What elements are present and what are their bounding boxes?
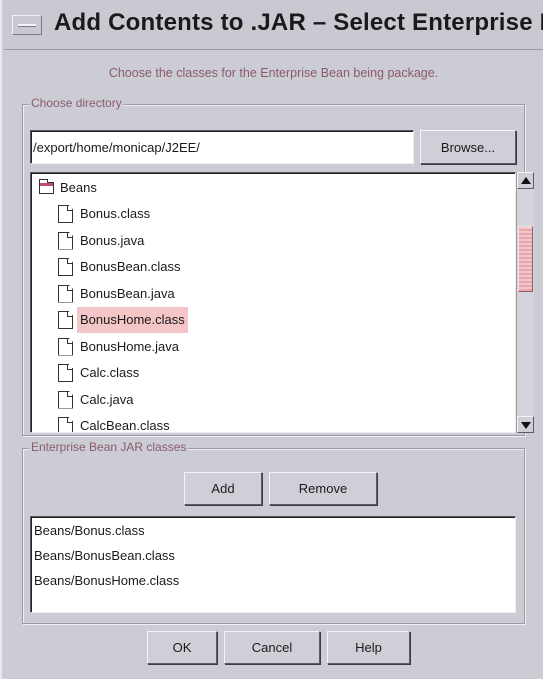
jar-classes-list[interactable]: Beans/Bonus.class Beans/BonusBean.class Be… xyxy=(30,516,516,613)
tree-file-label: Calc.java xyxy=(80,391,134,407)
file-icon xyxy=(58,205,73,223)
tree-file-label: Calc.class xyxy=(80,365,140,380)
scroll-down-button[interactable] xyxy=(517,416,534,433)
jar-class-item[interactable]: Beans/Bonus.class xyxy=(34,519,145,543)
file-icon xyxy=(58,390,73,409)
add-button[interactable]: Add xyxy=(184,472,262,505)
title-bar[interactable]: Add Contents to .JAR – Select Enterprise… xyxy=(4,0,543,50)
jar-classes-legend: Enterprise Bean JAR classes xyxy=(29,440,189,454)
file-icon xyxy=(58,417,73,432)
remove-button[interactable]: Remove xyxy=(269,472,377,505)
cancel-button[interactable]: Cancel xyxy=(224,631,320,664)
file-icon xyxy=(58,311,73,329)
file-icon xyxy=(58,231,73,250)
jar-class-item[interactable]: Beans/BonusHome.class xyxy=(34,569,179,593)
file-tree-scrollbar[interactable] xyxy=(516,172,534,433)
choose-directory-legend: Choose directory xyxy=(29,96,124,110)
arrow-down-icon xyxy=(521,422,531,429)
folder-icon xyxy=(39,179,54,194)
file-icon xyxy=(58,337,73,356)
file-icon xyxy=(58,284,73,303)
window-menu-icon xyxy=(18,24,36,27)
browse-button[interactable]: Browse... xyxy=(420,130,516,164)
window-title: Add Contents to .JAR – Select Enterprise… xyxy=(54,9,543,36)
tree-file-label: BonusHome.class xyxy=(77,307,188,333)
jar-class-item[interactable]: Beans/BonusBean.class xyxy=(34,544,175,568)
file-icon xyxy=(58,258,73,276)
tree-file-label: CalcBean.class xyxy=(80,418,170,433)
tree-file-label: Bonus.class xyxy=(80,206,151,221)
window-menu-button[interactable] xyxy=(12,15,42,35)
add-contents-dialog: Add Contents to .JAR – Select Enterprise… xyxy=(0,0,543,679)
arrow-up-icon xyxy=(521,177,531,184)
scroll-thumb[interactable] xyxy=(518,226,533,292)
tree-file-label: Bonus.java xyxy=(80,232,145,248)
ok-button[interactable]: OK xyxy=(147,631,217,664)
directory-path-input[interactable] xyxy=(30,130,414,164)
tree-file-label: BonusHome.java xyxy=(80,338,179,354)
file-tree[interactable]: Beans Bonus.class Bonus.java BonusBean.cla… xyxy=(30,172,516,433)
instruction-text: Choose the classes for the Enterprise Be… xyxy=(108,66,439,80)
file-icon xyxy=(58,364,73,382)
scroll-up-button[interactable] xyxy=(517,172,534,189)
tree-folder-label: Beans xyxy=(60,180,97,195)
tree-file-label: BonusBean.class xyxy=(80,259,181,274)
tree-file-label: BonusBean.java xyxy=(80,285,175,301)
help-button[interactable]: Help xyxy=(327,631,410,664)
